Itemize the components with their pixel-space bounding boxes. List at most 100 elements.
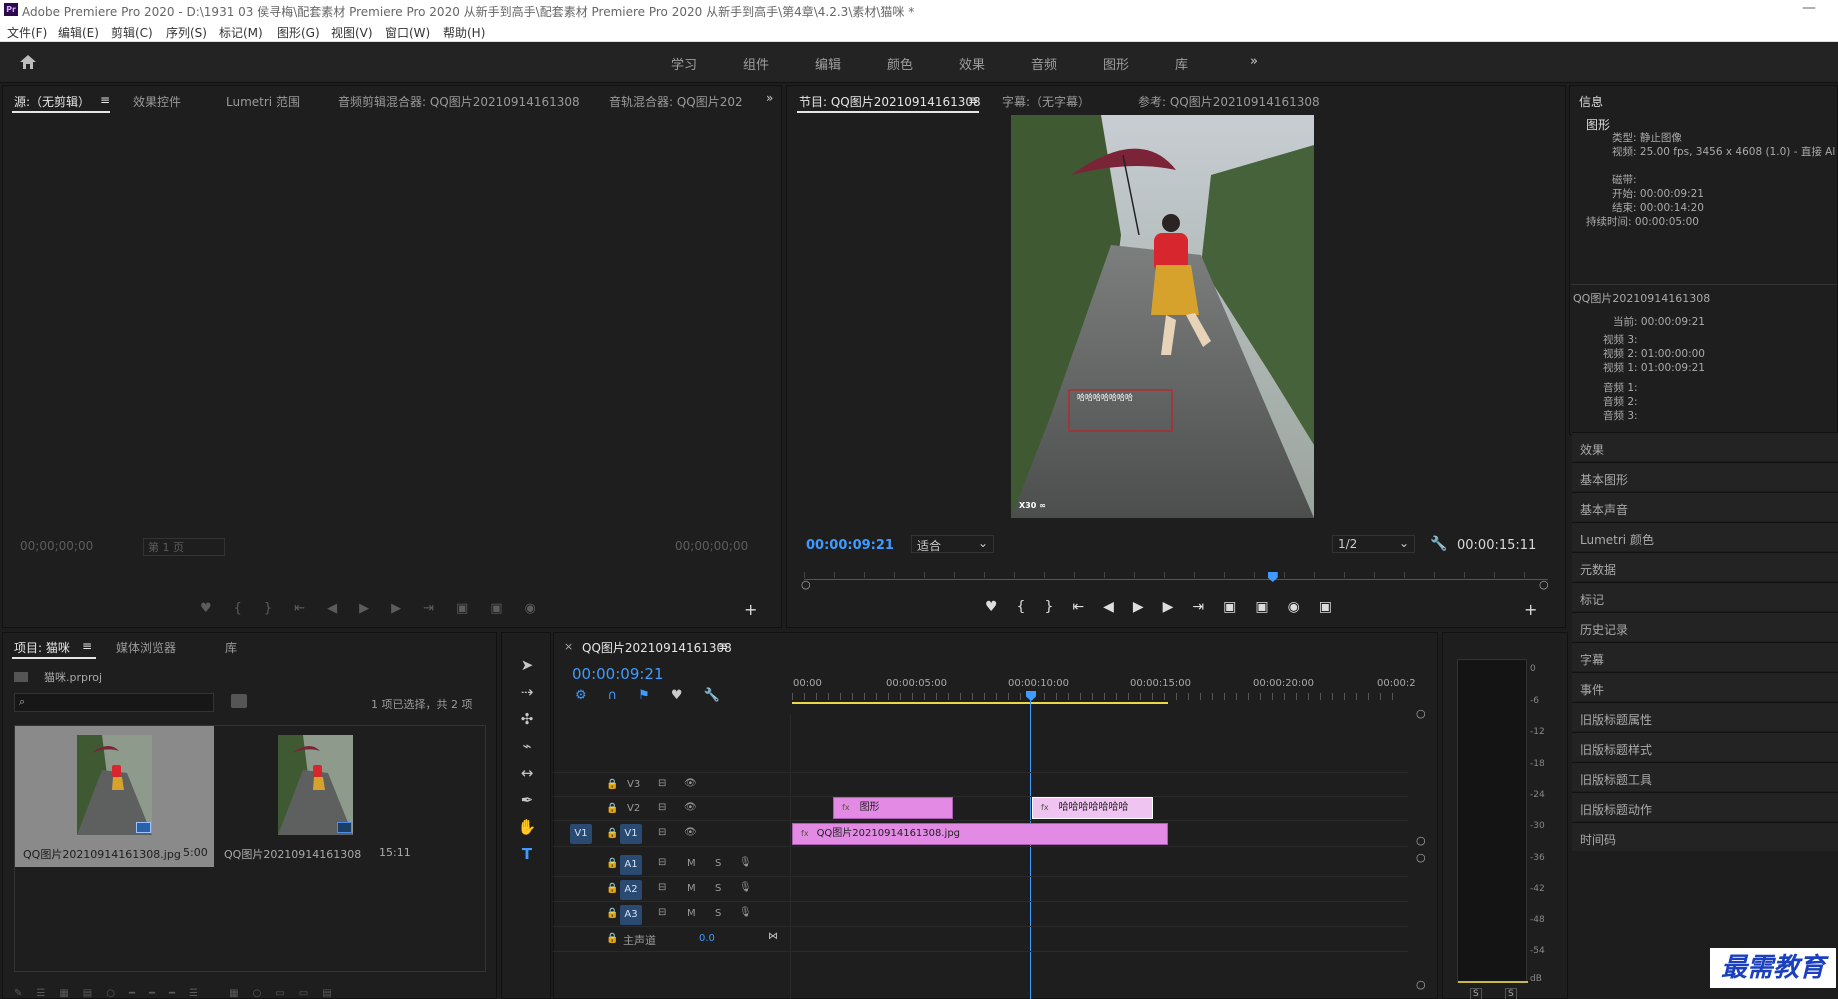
slip-tool-icon[interactable]: ↔ bbox=[517, 760, 537, 787]
side-panel-timecode[interactable]: 时间码 bbox=[1572, 822, 1838, 851]
timeline-menu-icon[interactable]: ≡ bbox=[718, 639, 728, 653]
track-label-a2[interactable]: A2 bbox=[620, 880, 642, 900]
tab-audio-track-mixer[interactable]: 音轨混合器: QQ图片202 bbox=[609, 93, 744, 110]
close-tab-icon[interactable]: × bbox=[564, 640, 573, 653]
new-bin-from-search-icon[interactable] bbox=[231, 694, 247, 708]
workspace-effects[interactable]: 效果 bbox=[959, 54, 985, 73]
menu-view[interactable]: 视图(V) bbox=[331, 24, 373, 41]
tab-timeline-sequence[interactable]: QQ图片20210914161308 bbox=[582, 639, 732, 656]
side-panel-captions[interactable]: 字幕 bbox=[1572, 642, 1838, 671]
track-label-a3[interactable]: A3 bbox=[620, 905, 642, 925]
menu-clip[interactable]: 剪辑(C) bbox=[111, 24, 153, 41]
home-icon[interactable] bbox=[19, 54, 37, 70]
sync-lock-icon[interactable]: ⊟ bbox=[658, 882, 666, 893]
tab-captions[interactable]: 字幕:（无字幕） bbox=[1002, 93, 1090, 110]
solo-button[interactable]: S bbox=[715, 883, 721, 894]
solo-channel-button[interactable]: S bbox=[1505, 988, 1517, 999]
sync-lock-icon[interactable]: ⊟ bbox=[658, 778, 666, 789]
program-transport-controls[interactable]: ♥{}⇤◀▶▶⇥▣▣◉▣ bbox=[985, 599, 1351, 615]
workspace-color[interactable]: 颜色 bbox=[887, 54, 913, 73]
side-panel-history[interactable]: 历史记录 bbox=[1572, 612, 1838, 641]
side-panel-markers[interactable]: 标记 bbox=[1572, 582, 1838, 611]
razor-tool-icon[interactable]: ⌁ bbox=[517, 733, 537, 760]
scrub-end-handle-icon[interactable]: ○ bbox=[1539, 578, 1549, 591]
minimize-button[interactable]: — bbox=[1802, 0, 1816, 16]
lock-icon[interactable]: 🔒 bbox=[606, 933, 618, 944]
side-panel-metadata[interactable]: 元数据 bbox=[1572, 552, 1838, 581]
timeline-bottom-handle-icon[interactable]: ○ bbox=[1416, 978, 1426, 991]
sync-lock-icon[interactable]: ⊟ bbox=[658, 907, 666, 918]
menu-help[interactable]: 帮助(H) bbox=[443, 24, 485, 41]
eye-icon[interactable]: 👁 bbox=[684, 802, 697, 813]
ripple-edit-tool-icon[interactable]: ✣ bbox=[517, 706, 537, 733]
solo-button[interactable]: S bbox=[715, 908, 721, 919]
clip-title-text[interactable]: fx 哈哈哈哈哈哈哈 bbox=[1032, 797, 1153, 819]
master-bowtie-icon[interactable]: ⋈ bbox=[768, 931, 778, 942]
eye-icon[interactable]: 👁 bbox=[684, 778, 697, 789]
tab-audio-clip-mixer[interactable]: 音频剪辑混合器: QQ图片20210914161308 bbox=[338, 93, 580, 110]
workspace-editing[interactable]: 编辑 bbox=[815, 54, 841, 73]
timeline-timecode[interactable]: 00:00:09:21 bbox=[572, 665, 664, 683]
tab-source[interactable]: 源:（无剪辑） bbox=[14, 93, 90, 110]
tab-reference[interactable]: 参考: QQ图片20210914161308 bbox=[1138, 93, 1320, 110]
resolution-dropdown[interactable]: 1/2 ⌄ bbox=[1332, 535, 1415, 553]
side-panel-legacy-title-styles[interactable]: 旧版标题样式 bbox=[1572, 732, 1838, 761]
master-volume-value[interactable]: 0.0 bbox=[699, 933, 715, 944]
workspace-libraries[interactable]: 库 bbox=[1175, 54, 1188, 73]
track-select-tool-icon[interactable]: ⇢ bbox=[517, 679, 537, 706]
hand-tool-icon[interactable]: ✋ bbox=[517, 814, 537, 841]
microphone-icon[interactable]: 🎙 bbox=[739, 882, 752, 893]
side-panel-essential-graphics[interactable]: 基本图形 bbox=[1572, 462, 1838, 491]
program-timecode[interactable]: 00:00:09:21 bbox=[806, 538, 894, 553]
track-master[interactable]: 🔒 主声道 0.0 ⋈ bbox=[553, 927, 1408, 952]
tab-project[interactable]: 项目: 猫咪 bbox=[14, 639, 70, 656]
source-timecode[interactable]: 00;00;00;00 bbox=[20, 539, 93, 553]
source-add-button-icon[interactable]: + bbox=[744, 600, 757, 619]
ruler-ticks[interactable] bbox=[792, 693, 1404, 700]
tab-media-browser[interactable]: 媒体浏览器 bbox=[116, 639, 176, 656]
solo-button[interactable]: S bbox=[715, 858, 721, 869]
tab-libraries[interactable]: 库 bbox=[225, 639, 237, 656]
program-video-frame[interactable]: 哈哈哈哈哈哈哈 X30 ∞ bbox=[1011, 115, 1314, 518]
sync-lock-icon[interactable]: ⊟ bbox=[658, 802, 666, 813]
fit-dropdown[interactable]: 适合 ⌄ bbox=[911, 535, 994, 553]
mute-button[interactable]: M bbox=[687, 908, 696, 919]
track-v3[interactable]: 🔒 V3 ⊟ 👁 bbox=[553, 773, 1408, 797]
track-v2[interactable]: 🔒 V2 ⊟ 👁 bbox=[553, 797, 1408, 821]
sync-lock-icon[interactable]: ⊟ bbox=[658, 827, 666, 838]
selection-tool-icon[interactable]: ➤ bbox=[517, 652, 537, 679]
track-a3[interactable]: 🔒 A3 ⊟ M S 🎙 bbox=[553, 902, 1408, 927]
menu-sequence[interactable]: 序列(S) bbox=[166, 24, 207, 41]
workspace-learn[interactable]: 学习 bbox=[671, 54, 697, 73]
sync-lock-icon[interactable]: ⊟ bbox=[658, 857, 666, 868]
lock-icon[interactable]: 🔒 bbox=[606, 883, 618, 894]
track-label-v1[interactable]: V1 bbox=[620, 824, 642, 844]
lock-icon[interactable]: 🔒 bbox=[606, 858, 618, 869]
tab-effect-controls[interactable]: 效果控件 bbox=[133, 93, 181, 110]
tab-lumetri-scopes[interactable]: Lumetri 范围 bbox=[226, 93, 300, 110]
track-a1[interactable]: 🔒 A1 ⊟ M S 🎙 bbox=[553, 852, 1408, 877]
side-panel-lumetri-color[interactable]: Lumetri 颜色 bbox=[1572, 522, 1838, 551]
program-scrub-bar[interactable] bbox=[804, 572, 1548, 584]
program-add-button-icon[interactable]: + bbox=[1524, 600, 1537, 619]
lock-icon[interactable]: 🔒 bbox=[606, 779, 618, 790]
side-panel-legacy-title-actions[interactable]: 旧版标题动作 bbox=[1572, 792, 1838, 821]
source-transport-controls[interactable]: ♥{}⇤◀▶▶⇥▣▣◉ bbox=[200, 601, 558, 616]
side-panel-legacy-title-properties[interactable]: 旧版标题属性 bbox=[1572, 702, 1838, 731]
timeline-toolbar[interactable]: ⚙∩⚑♥🔧 bbox=[575, 688, 741, 703]
track-label-a1[interactable]: A1 bbox=[620, 855, 642, 875]
side-panel-essential-sound[interactable]: 基本声音 bbox=[1572, 492, 1838, 521]
work-area-bar[interactable] bbox=[792, 702, 1168, 704]
project-footer-toolbar[interactable]: ✎☰▦▤○━━━☰ ▦○▭▭▤ bbox=[14, 988, 484, 999]
more-workspaces-icon[interactable]: » bbox=[1250, 54, 1258, 69]
pen-tool-icon[interactable]: ✒ bbox=[517, 787, 537, 814]
clip-graphic[interactable]: fx 图形 bbox=[833, 797, 953, 819]
side-panel-legacy-title-tools[interactable]: 旧版标题工具 bbox=[1572, 762, 1838, 791]
project-menu-icon[interactable]: ≡ bbox=[82, 639, 92, 653]
workspace-graphics[interactable]: 图形 bbox=[1103, 54, 1129, 73]
wrench-icon[interactable]: 🔧 bbox=[1430, 536, 1447, 552]
menu-file[interactable]: 文件(F) bbox=[7, 24, 47, 41]
lock-icon[interactable]: 🔒 bbox=[606, 803, 618, 814]
microphone-icon[interactable]: 🎙 bbox=[739, 907, 752, 918]
microphone-icon[interactable]: 🎙 bbox=[739, 857, 752, 868]
